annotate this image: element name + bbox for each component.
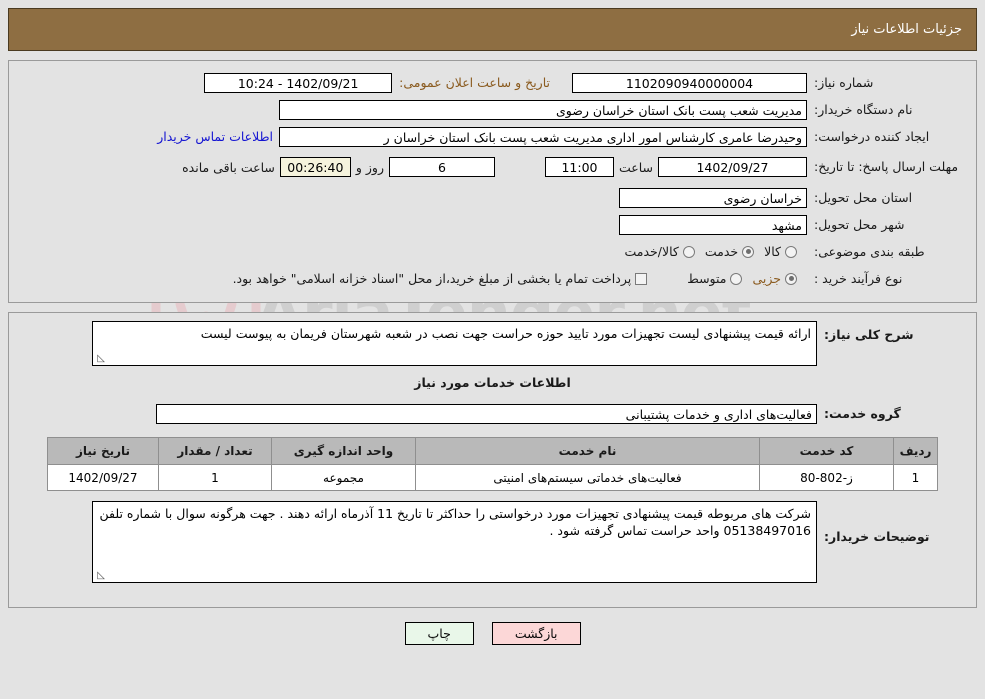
- row-buyer-notes: توضیحات خریدار: شرکت های مربوطه قیمت پیش…: [19, 501, 966, 583]
- days-label: روز و: [355, 159, 384, 175]
- services-section-title: اطلاعات خدمات مورد نیاز: [414, 375, 571, 390]
- row-description: شرح کلی نیاز: ارائه قیمت پیشنهادی لیست ت…: [19, 321, 966, 366]
- radio-label-kala-khedmat: کالا/خدمت: [624, 244, 679, 259]
- page-title: جزئیات اطلاعات نیاز: [851, 22, 962, 37]
- need-number-field[interactable]: 1102090940000004: [572, 72, 807, 93]
- page-header: جزئیات اطلاعات نیاز: [8, 8, 977, 51]
- province-field[interactable]: خراسان رضوی: [619, 187, 807, 208]
- deadline-hour-label: ساعت: [618, 159, 653, 175]
- buyer-org-field[interactable]: مدیریت شعب پست بانک استان خراسان رضوی: [279, 99, 807, 120]
- col-quantity: تعداد / مقدار: [158, 437, 272, 465]
- row-need-number: شماره نیاز: 1102090940000004 تاریخ و ساع…: [19, 69, 966, 96]
- col-service-code: کد خدمت: [759, 437, 894, 465]
- back-button[interactable]: بازگشت: [491, 622, 581, 645]
- cell-unit: مجموعه: [271, 464, 416, 491]
- table-row: 1 ز-802-80 فعالیت‌های خدماتی سیستم‌های ا…: [47, 464, 938, 491]
- radio-label-jozi: جزیی: [752, 271, 781, 286]
- table-header-row: ردیف کد خدمت نام خدمت واحد اندازه گیری ت…: [47, 437, 938, 465]
- print-button[interactable]: چاپ: [404, 622, 474, 645]
- description-textarea[interactable]: ارائه قیمت پیشنهادی لیست تجهیزات مورد تا…: [92, 321, 817, 366]
- description-label: شرح کلی نیاز:: [824, 327, 914, 342]
- row-category: طبقه بندی موضوعی: کالا خدمت کالا/خدمت: [19, 238, 966, 265]
- service-group-label: گروه خدمت:: [824, 406, 901, 421]
- cell-need-date: 1402/09/27: [47, 464, 159, 491]
- announce-datetime-field[interactable]: 1402/09/21 - 10:24: [204, 72, 393, 93]
- radio-purchase-jozi[interactable]: [785, 272, 797, 285]
- row-deadline: مهلت ارسال پاسخ: تا تاریخ: 1402/09/27 سا…: [19, 150, 966, 184]
- buyer-notes-text: شرکت های مربوطه قیمت پیشنهادی تجهیزات مو…: [99, 506, 812, 538]
- countdown-label: ساعت باقی مانده: [182, 159, 275, 175]
- cell-row-no: 1: [893, 464, 938, 491]
- row-purchase-type: نوع فرآیند خرید : جزیی متوسط پرداخت تمام…: [19, 265, 966, 292]
- creator-field[interactable]: وحیدرضا عامری کارشناس امور اداری مدیریت …: [279, 126, 807, 147]
- deadline-date-field[interactable]: 1402/09/27: [658, 157, 807, 177]
- row-province: استان محل تحویل: خراسان رضوی: [19, 184, 966, 211]
- resize-grip-icon[interactable]: ◺: [95, 354, 105, 364]
- services-table: ردیف کد خدمت نام خدمت واحد اندازه گیری ت…: [47, 437, 938, 491]
- col-row-no: ردیف: [893, 437, 938, 465]
- announce-datetime-label: تاریخ و ساعت اعلان عمومی:: [399, 75, 550, 90]
- resize-grip-icon-notes[interactable]: ◺: [95, 571, 105, 581]
- category-label: طبقه بندی موضوعی:: [814, 244, 925, 259]
- radio-label-motavaset: متوسط: [687, 271, 727, 286]
- remaining-days-field: 6: [388, 157, 495, 177]
- col-unit: واحد اندازه گیری: [271, 437, 416, 465]
- city-label: شهر محل تحویل:: [814, 217, 905, 232]
- province-label: استان محل تحویل:: [814, 190, 913, 205]
- buyer-notes-textarea[interactable]: شرکت های مربوطه قیمت پیشنهادی تجهیزات مو…: [92, 501, 817, 583]
- treasury-checkbox[interactable]: [635, 272, 648, 285]
- row-buyer-org: نام دستگاه خریدار: مدیریت شعب پست بانک ا…: [19, 96, 966, 123]
- radio-category-kala-khedmat[interactable]: [682, 245, 695, 258]
- radio-category-kala[interactable]: [785, 245, 797, 258]
- page-root: جزئیات اطلاعات نیاز شماره نیاز: 11020909…: [0, 8, 985, 645]
- radio-purchase-motavaset[interactable]: [730, 272, 743, 285]
- city-field[interactable]: مشهد: [619, 214, 807, 235]
- countdown-field: 00:26:40: [279, 157, 351, 177]
- row-creator: ایجاد کننده درخواست: وحیدرضا عامری کارشن…: [19, 123, 966, 150]
- cell-service-code: ز-802-80: [759, 464, 894, 491]
- radio-category-khedmat[interactable]: [742, 245, 755, 258]
- radio-label-khedmat: خدمت: [704, 244, 739, 259]
- need-number-label: شماره نیاز:: [814, 75, 874, 90]
- buyer-contact-link[interactable]: اطلاعات تماس خریدار: [157, 129, 273, 144]
- col-need-date: تاریخ نیاز: [47, 437, 159, 465]
- cell-service-name: فعالیت‌های خدماتی سیستم‌های امنیتی: [415, 464, 760, 491]
- description-text: ارائه قیمت پیشنهادی لیست تجهیزات مورد تا…: [200, 326, 811, 341]
- row-city: شهر محل تحویل: مشهد: [19, 211, 966, 238]
- col-service-name: نام خدمت: [415, 437, 760, 465]
- buyer-org-label: نام دستگاه خریدار:: [814, 102, 913, 117]
- services-panel: شرح کلی نیاز: ارائه قیمت پیشنهادی لیست ت…: [8, 312, 977, 608]
- treasury-note: پرداخت تمام یا بخشی از مبلغ خرید،از محل …: [232, 271, 632, 286]
- footer-button-bar: بازگشت چاپ: [0, 622, 985, 645]
- deadline-label: مهلت ارسال پاسخ: تا تاریخ:: [814, 159, 959, 174]
- radio-label-kala: کالا: [764, 244, 781, 259]
- creator-label: ایجاد کننده درخواست:: [814, 129, 930, 144]
- cell-quantity: 1: [158, 464, 272, 491]
- row-service-group: گروه خدمت: فعالیت‌های اداری و خدمات پشتی…: [19, 400, 966, 427]
- buyer-notes-label: توضیحات خریدار:: [824, 529, 930, 544]
- deadline-hour-field[interactable]: 11:00: [544, 157, 614, 177]
- need-info-panel: شماره نیاز: 1102090940000004 تاریخ و ساع…: [8, 60, 977, 303]
- purchase-type-label: نوع فرآیند خرید :: [814, 271, 903, 286]
- service-group-field[interactable]: فعالیت‌های اداری و خدمات پشتیبانی: [156, 403, 817, 424]
